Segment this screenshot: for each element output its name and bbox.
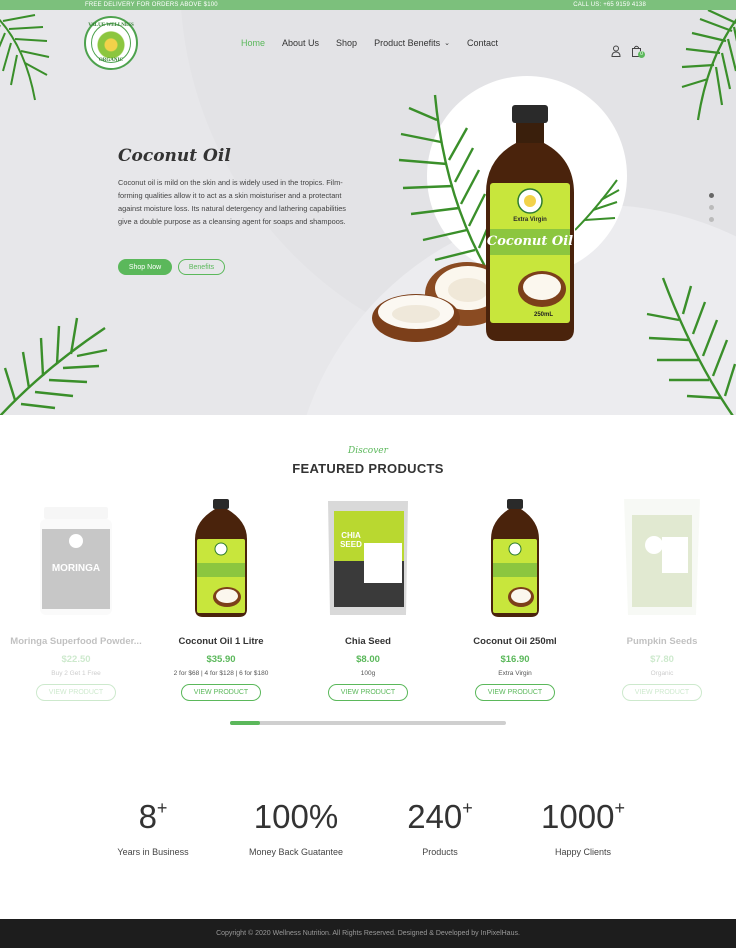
top-announcement-bar: FREE DELIVERY FOR ORDERS ABOVE $100 CALL… <box>0 0 736 10</box>
product-card[interactable]: Coconut Oil 250ml $16.90 Extra Virgin VI… <box>445 495 585 701</box>
product-card[interactable]: Coconut Oil 1 Litre $35.90 2 for $68 | 4… <box>151 495 291 701</box>
brand-logo[interactable]: VALUE WELLNESS ORGANIC <box>84 16 138 70</box>
stat-value: 8+ <box>78 790 228 835</box>
cart-count-badge: 0 <box>638 51 645 58</box>
nav-item-label: Product Benefits <box>374 38 441 48</box>
slide-dot[interactable] <box>709 193 714 198</box>
stat-label: Years in Business <box>117 847 189 857</box>
product-price: $35.90 <box>206 654 236 665</box>
benefits-button[interactable]: Benefits <box>178 259 225 275</box>
palm-leaf-top-right <box>681 10 736 121</box>
stat-happy-clients: 1000+ Happy Clients <box>508 790 658 857</box>
view-product-button[interactable]: VIEW PRODUCT <box>181 684 261 701</box>
product-note: Organic <box>650 670 674 677</box>
hero-description: Coconut oil is mild on the skin and is w… <box>118 178 347 226</box>
stat-label: Money Back Guatantee <box>248 847 344 857</box>
product-name[interactable]: Pumpkin Seeds <box>592 636 732 650</box>
view-product-button[interactable]: VIEW PRODUCT <box>475 684 555 701</box>
stat-label: Happy Clients <box>554 847 612 857</box>
product-note: 100g <box>360 670 376 677</box>
palm-leaf-bottom-left <box>0 317 108 415</box>
product-carousel-scrollbar[interactable] <box>230 721 506 725</box>
coconut-oil-bottle-image: Extra Virgin Coconut Oil 250mL <box>482 105 578 343</box>
view-product-button[interactable]: VIEW PRODUCT <box>622 684 702 701</box>
stat-money-back: 100% Money Back Guatantee <box>221 790 371 858</box>
view-product-button[interactable]: VIEW PRODUCT <box>36 684 116 701</box>
free-delivery-text: FREE DELIVERY FOR ORDERS ABOVE $100 <box>85 2 218 8</box>
slide-dot[interactable] <box>709 205 714 210</box>
bottle-volume: 250mL <box>534 312 554 318</box>
product-price: $8.00 <box>356 654 380 665</box>
stat-suffix: + <box>462 798 473 818</box>
moringa-jar-image: MORINGA <box>6 495 146 623</box>
palm-leaf-top-left <box>0 14 50 101</box>
palm-leaf-behind-bottle-right <box>575 179 620 231</box>
chia-seed-label: CHIA SEED <box>340 531 362 549</box>
slide-dot[interactable] <box>709 217 714 222</box>
logo-text-bottom: ORGANIC <box>98 58 124 63</box>
pumpkin-seed-pouch-image <box>592 495 732 623</box>
product-note: Extra Virgin <box>498 670 532 677</box>
product-card[interactable]: MORINGA Moringa Superfood Powder... $22.… <box>6 495 146 701</box>
nav-item-home[interactable]: Home <box>241 38 265 48</box>
bottle-label-top: Extra Virgin <box>513 217 547 223</box>
logo-emblem-icon <box>91 23 131 63</box>
bottle-label-main: Coconut Oil <box>486 234 574 249</box>
nav-item-contact[interactable]: Contact <box>467 38 498 48</box>
scrollbar-thumb[interactable] <box>230 721 261 725</box>
product-note: 2 for $68 | 4 for $128 | 6 for $180 <box>173 670 269 677</box>
stat-value: 240+ <box>365 790 515 835</box>
featured-eyebrow: Discover <box>348 446 388 456</box>
main-nav: Home About Us Shop Product Benefits ⌄ Con… <box>241 38 515 48</box>
product-name[interactable]: Coconut Oil 250ml <box>445 636 585 650</box>
stat-number: 1000 <box>541 798 615 835</box>
product-name[interactable]: Coconut Oil 1 Litre <box>151 636 291 650</box>
slide-indicators <box>709 193 714 222</box>
hero-title: Coconut Oil <box>118 146 231 166</box>
stat-years-in-business: 8+ Years in Business <box>78 790 228 857</box>
nav-item-product-benefits[interactable]: Product Benefits ⌄ <box>374 38 450 48</box>
product-note: Buy 2 Get 1 Free <box>51 670 101 677</box>
moringa-label: MORINGA <box>51 563 101 574</box>
product-name[interactable]: Chia Seed <box>298 636 438 650</box>
product-name[interactable]: Moringa Superfood Powder... <box>6 636 146 650</box>
user-icon[interactable] <box>611 45 621 57</box>
palm-leaf-bottom-right <box>646 277 736 415</box>
stat-suffix: + <box>614 798 625 818</box>
product-card[interactable]: CHIA SEED Chia Seed $8.00 100g VIEW PROD… <box>298 495 438 701</box>
logo-text-top: VALUE WELLNESS <box>88 23 134 28</box>
chevron-down-icon: ⌄ <box>444 40 450 47</box>
site-footer: Copyright © 2020 Wellness Nutrition. All… <box>0 919 736 948</box>
featured-products-title: FEATURED PRODUCTS <box>292 461 444 476</box>
product-price: $22.50 <box>61 654 91 665</box>
coconut-oil-bottle-image <box>445 495 585 623</box>
stat-suffix: + <box>156 798 168 818</box>
stat-label: Products <box>422 847 458 857</box>
view-product-button[interactable]: VIEW PRODUCT <box>328 684 408 701</box>
chia-seed-pouch-image: CHIA SEED <box>298 495 438 623</box>
stat-number: 240 <box>407 798 463 835</box>
phone-text[interactable]: CALL US: +65 9159 4138 <box>573 2 646 8</box>
hero-section: VALUE WELLNESS ORGANIC Home About Us Sho… <box>0 10 736 415</box>
product-price: $16.90 <box>500 654 530 665</box>
stat-number: 100% <box>253 798 339 835</box>
product-card[interactable]: Pumpkin Seeds $7.80 Organic VIEW PRODUCT <box>592 495 732 701</box>
stat-products: 240+ Products <box>365 790 515 857</box>
stat-value: 100% <box>221 790 371 835</box>
shop-now-button[interactable]: Shop Now <box>118 259 172 275</box>
copyright-text: Copyright © 2020 Wellness Nutrition. All… <box>216 930 520 937</box>
nav-item-shop[interactable]: Shop <box>336 38 357 48</box>
stat-number: 8 <box>138 798 157 835</box>
coconut-oil-bottle-image <box>151 495 291 623</box>
product-price: $7.80 <box>650 654 674 665</box>
stat-value: 1000+ <box>508 790 658 835</box>
nav-item-about-us[interactable]: About Us <box>282 38 319 48</box>
